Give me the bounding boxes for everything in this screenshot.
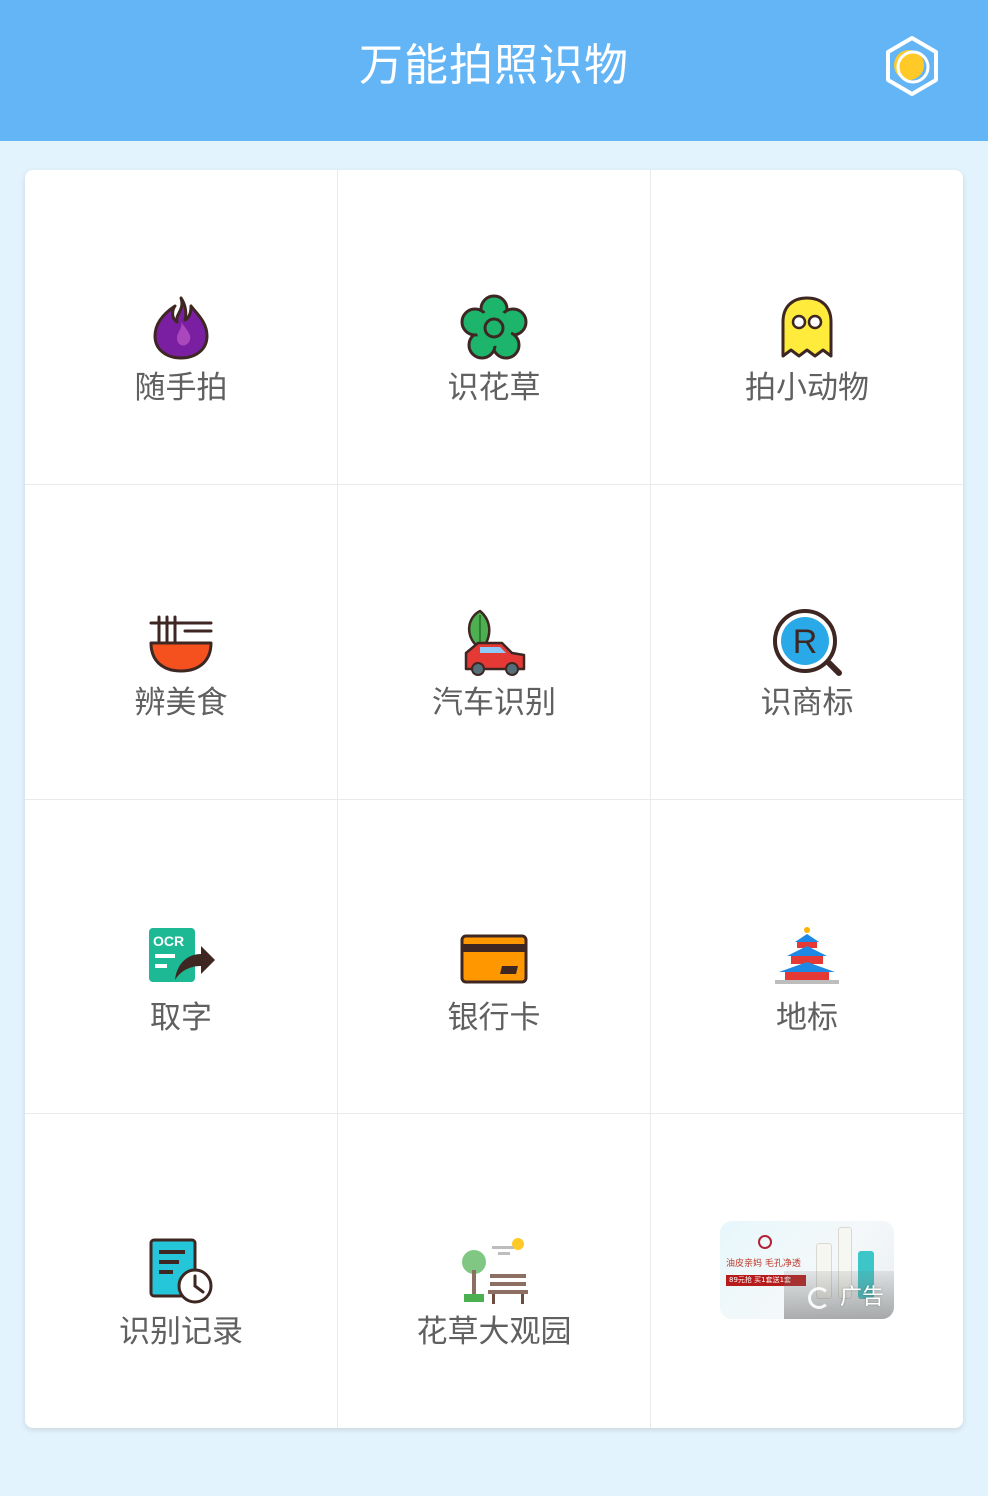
brand-logo-icon: [758, 1235, 772, 1249]
bank-card-icon: [458, 922, 530, 994]
grid-item-food[interactable]: 辨美食: [25, 485, 338, 800]
grid-item-bank-card[interactable]: 银行卡: [338, 800, 651, 1114]
noodle-bowl-icon: [145, 607, 217, 679]
car-icon: [458, 607, 530, 679]
grid-item-label: 辨美食: [134, 685, 228, 721]
hexagon-coin-icon[interactable]: [880, 34, 944, 98]
history-record-icon: [145, 1236, 217, 1308]
grid-item-garden[interactable]: 花草大观园: [338, 1114, 651, 1428]
ocr-share-icon: OCR: [145, 922, 217, 994]
fire-icon: [145, 292, 217, 364]
grid-item-label: 识花草: [447, 370, 541, 406]
grid-item-label: 花草大观园: [416, 1314, 572, 1350]
ad-cell: 油皮亲妈 毛孔净透 89元抢 买1套送1套 广告: [651, 1114, 963, 1428]
grid-item-label: 识商标: [760, 685, 854, 721]
temple-landmark-icon: [771, 922, 843, 994]
grid-item-label: 取字: [150, 1000, 212, 1036]
feature-grid: 随手拍 识花草 拍小动物 辨美食 汽车识别 R 识商标 OCR 取字 银行卡 地…: [25, 170, 963, 1428]
grid-item-label: 识别记录: [119, 1314, 243, 1350]
grid-item-landmark[interactable]: 地标: [651, 800, 963, 1114]
trademark-search-icon: R: [771, 607, 843, 679]
feature-card: 随手拍 识花草 拍小动物 辨美食 汽车识别 R 识商标 OCR 取字 银行卡 地…: [25, 170, 963, 1428]
ad-banner[interactable]: 油皮亲妈 毛孔净透 89元抢 买1套送1套 广告: [720, 1221, 894, 1319]
grid-item-label: 汽车识别: [432, 685, 556, 721]
ad-badge: 广告: [839, 1285, 884, 1310]
page-title: 万能拍照识物: [359, 40, 629, 91]
grid-item-label: 拍小动物: [745, 370, 869, 406]
refresh-icon: [808, 1287, 830, 1309]
flower-icon: [458, 292, 530, 364]
app-header: 万能拍照识物: [0, 0, 988, 141]
grid-item-plants[interactable]: 识花草: [338, 170, 651, 485]
grid-item-car[interactable]: 汽车识别: [338, 485, 651, 800]
ad-headline: 油皮亲妈 毛孔净透: [726, 1259, 801, 1269]
park-bench-icon: [458, 1236, 530, 1308]
grid-item-animals[interactable]: 拍小动物: [651, 170, 963, 485]
svg-text:R: R: [793, 623, 818, 661]
grid-item-label: 地标: [776, 1000, 838, 1036]
svg-text:OCR: OCR: [153, 933, 184, 949]
grid-item-history[interactable]: 识别记录: [25, 1114, 338, 1428]
grid-item-label: 随手拍: [134, 370, 228, 406]
ghost-animal-icon: [771, 292, 843, 364]
grid-item-trademark[interactable]: R 识商标: [651, 485, 963, 800]
grid-item-ocr[interactable]: OCR 取字: [25, 800, 338, 1114]
grid-item-label: 银行卡: [447, 1000, 541, 1036]
grid-item-snapshot[interactable]: 随手拍: [25, 170, 338, 485]
